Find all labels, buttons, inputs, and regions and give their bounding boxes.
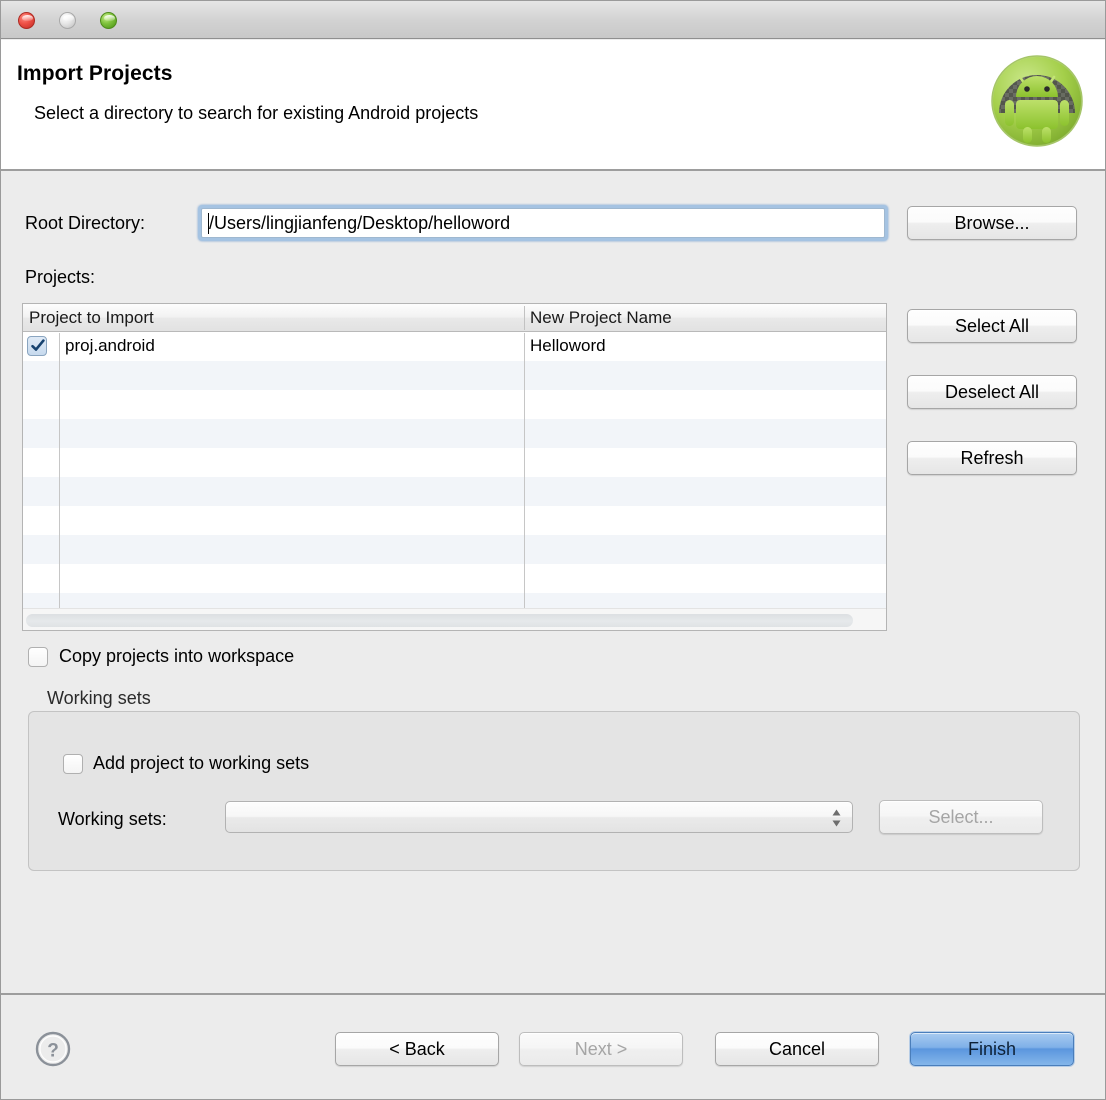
page-subtitle: Select a directory to search for existin… bbox=[34, 103, 479, 123]
copy-projects-label[interactable]: Copy projects into workspace bbox=[59, 646, 294, 667]
copy-projects-checkbox[interactable] bbox=[28, 647, 48, 667]
table-header-row: Project to Import New Project Name bbox=[23, 304, 886, 332]
working-sets-combo-label: Working sets: bbox=[58, 809, 167, 829]
projects-label: Projects: bbox=[25, 267, 96, 287]
cell-project-to-import: proj.android bbox=[65, 336, 155, 355]
zoom-button-gloss bbox=[104, 15, 115, 21]
table-row[interactable] bbox=[23, 361, 886, 390]
working-sets-group bbox=[28, 711, 1080, 871]
table-row[interactable] bbox=[23, 564, 886, 593]
column-header-divider[interactable] bbox=[524, 306, 525, 330]
working-sets-legend: Working sets bbox=[47, 688, 151, 708]
cell-new-project-name: Helloword bbox=[530, 336, 606, 355]
root-directory-input[interactable] bbox=[201, 208, 885, 238]
column-divider-checkbox bbox=[59, 333, 60, 630]
table-row[interactable] bbox=[23, 506, 886, 535]
add-project-to-working-sets-label[interactable]: Add project to working sets bbox=[93, 753, 309, 774]
column-divider-main bbox=[524, 333, 525, 630]
select-all-button[interactable]: Select All bbox=[907, 309, 1077, 343]
text-caret bbox=[208, 213, 209, 234]
dialog-header: Import Projects Select a directory to se… bbox=[1, 40, 1105, 171]
page-title: Import Projects bbox=[17, 62, 173, 85]
stepper-arrows-icon[interactable] bbox=[831, 808, 842, 828]
table-row[interactable] bbox=[23, 477, 886, 506]
close-window-button[interactable] bbox=[18, 12, 35, 29]
checkmark-icon bbox=[31, 339, 45, 351]
close-button-gloss bbox=[22, 15, 33, 21]
column-header-new-project-name[interactable]: New Project Name bbox=[530, 308, 672, 328]
import-projects-dialog: Import Projects Select a directory to se… bbox=[0, 0, 1106, 1100]
finish-button[interactable]: Finish bbox=[910, 1032, 1074, 1066]
help-question-icon[interactable]: ? bbox=[33, 1029, 73, 1069]
next-button[interactable]: Next > bbox=[519, 1032, 683, 1066]
browse-button[interactable]: Browse... bbox=[907, 206, 1077, 240]
table-row[interactable] bbox=[23, 535, 886, 564]
add-project-to-working-sets-checkbox[interactable] bbox=[63, 754, 83, 774]
window-titlebar bbox=[1, 1, 1105, 39]
refresh-button[interactable]: Refresh bbox=[907, 441, 1077, 475]
back-button[interactable]: < Back bbox=[335, 1032, 499, 1066]
projects-table[interactable]: Project to Import New Project Name proj.… bbox=[22, 303, 887, 631]
table-horizontal-scrollbar[interactable] bbox=[23, 608, 886, 630]
working-sets-select-button[interactable]: Select... bbox=[879, 800, 1043, 834]
column-header-project-to-import[interactable]: Project to Import bbox=[29, 308, 154, 328]
minimize-window-button[interactable] bbox=[59, 12, 76, 29]
svg-text:?: ? bbox=[47, 1041, 59, 1062]
cancel-button[interactable]: Cancel bbox=[715, 1032, 879, 1066]
minimize-button-gloss bbox=[63, 15, 74, 21]
working-sets-combobox[interactable] bbox=[225, 801, 853, 833]
scrollbar-thumb[interactable] bbox=[26, 614, 853, 627]
table-row[interactable] bbox=[23, 419, 886, 448]
root-directory-label: Root Directory: bbox=[25, 213, 146, 233]
row-checkbox-checked[interactable] bbox=[27, 336, 47, 356]
root-directory-focus-ring bbox=[198, 205, 888, 241]
table-body: proj.android Helloword bbox=[23, 332, 886, 622]
zoom-window-button[interactable] bbox=[100, 12, 117, 29]
table-row[interactable]: proj.android Helloword bbox=[23, 332, 886, 361]
android-robot-icon bbox=[991, 55, 1083, 147]
table-row[interactable] bbox=[23, 390, 886, 419]
deselect-all-button[interactable]: Deselect All bbox=[907, 375, 1077, 409]
table-row[interactable] bbox=[23, 448, 886, 477]
